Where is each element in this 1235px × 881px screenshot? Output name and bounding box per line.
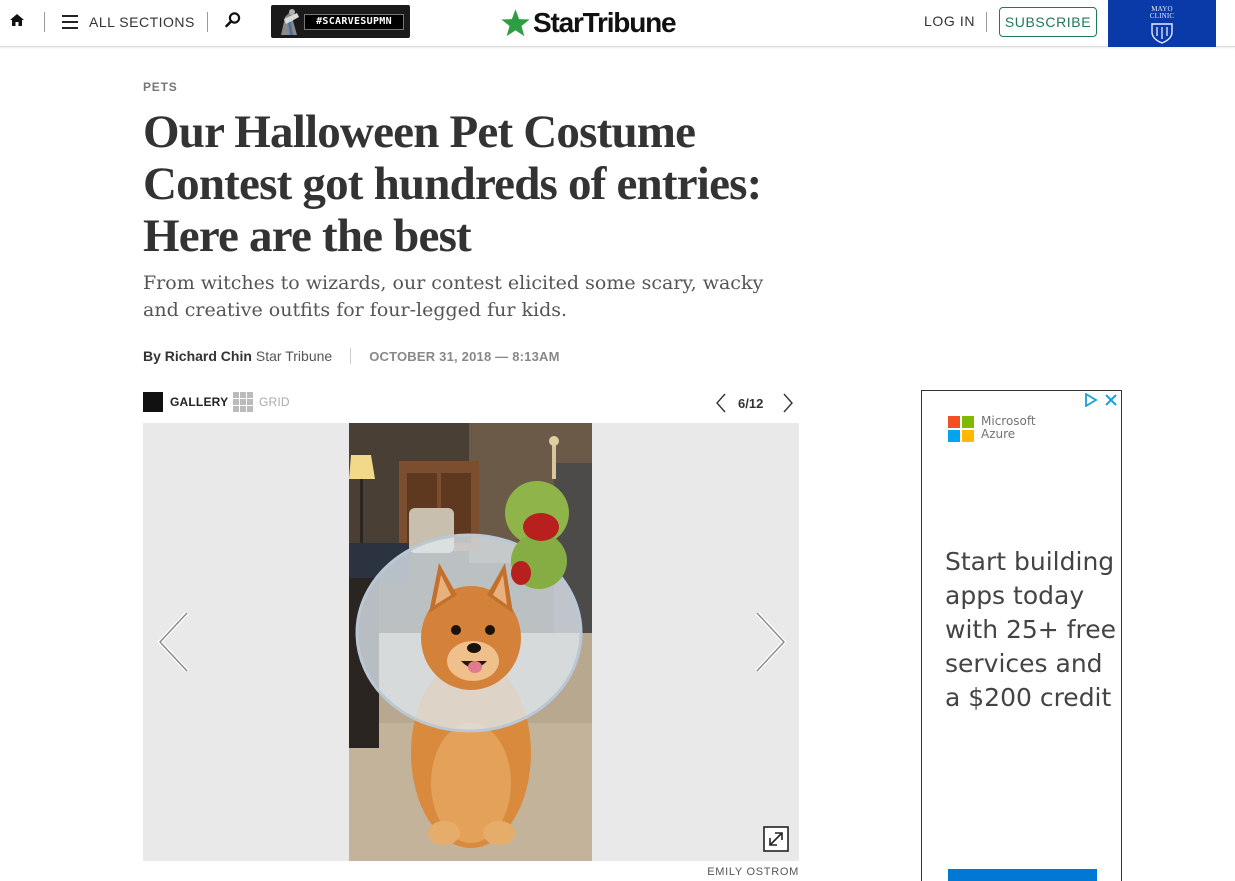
author-link[interactable]: Richard Chin: [165, 348, 252, 364]
startribune-logo[interactable]: StarTribune: [500, 6, 677, 40]
dog-costume-photo[interactable]: [349, 423, 592, 861]
chevron-right-icon[interactable]: [753, 611, 787, 673]
header-divider: [986, 12, 987, 32]
mayo-clinic-sponsor-ad[interactable]: MAYO CLINIC: [1108, 0, 1216, 47]
search-icon[interactable]: [224, 11, 242, 29]
grid-icon: [233, 392, 253, 412]
scarf-figure-icon: [281, 9, 299, 35]
adchoices-icon[interactable]: [1084, 393, 1098, 407]
chevron-left-icon[interactable]: [157, 611, 191, 673]
brand-name: StarTribune: [533, 7, 677, 38]
byline-divider: [350, 348, 352, 364]
microsoft-azure-ad[interactable]: Microsoft Azure Start building apps toda…: [921, 390, 1122, 881]
chevron-left-icon[interactable]: [714, 392, 728, 414]
section-kicker[interactable]: PETS: [143, 80, 178, 94]
grid-view-label: GRID: [259, 395, 290, 409]
chevron-right-icon[interactable]: [781, 392, 795, 414]
login-link[interactable]: LOG IN: [924, 13, 975, 29]
slide-counter: 6/12: [738, 396, 764, 411]
article-headline: Our Halloween Pet Costume Contest got hu…: [143, 106, 762, 262]
advertiser-name: Microsoft Azure: [981, 414, 1036, 441]
all-sections-label: ALL SECTIONS: [89, 14, 195, 30]
subscribe-button[interactable]: SUBSCRIBE: [999, 7, 1097, 37]
expand-icon[interactable]: [763, 826, 789, 852]
site-header: ALL SECTIONS #SCARVESUPMN StarTribune LO…: [0, 0, 1235, 47]
gallery-icon: [143, 392, 163, 412]
header-divider: [207, 12, 208, 32]
header-divider: [44, 12, 45, 32]
gallery-slide: [143, 423, 799, 861]
ad-copy: Start building apps today with 25+ free …: [945, 547, 1116, 712]
grid-view-toggle[interactable]: GRID: [233, 392, 290, 412]
gallery-view-toggle[interactable]: GALLERY: [143, 392, 228, 412]
gallery-view-label: GALLERY: [170, 395, 229, 409]
article-dek: From witches to wizards, our contest eli…: [143, 272, 764, 321]
byline: By Richard Chin Star Tribune OCTOBER 31,…: [143, 347, 560, 365]
scarves-up-promo[interactable]: #SCARVESUPMN: [271, 5, 410, 38]
promo-hashtag: #SCARVESUPMN: [304, 14, 404, 30]
photo-credit: EMILY OSTROM: [707, 866, 799, 878]
close-icon[interactable]: [1103, 392, 1119, 408]
all-sections-button[interactable]: ALL SECTIONS: [62, 12, 195, 32]
home-icon[interactable]: [9, 12, 25, 28]
ad-cta-button[interactable]: [948, 869, 1097, 881]
star-icon: [501, 8, 530, 36]
microsoft-logo-icon: [948, 416, 974, 442]
sponsor-name: MAYO CLINIC: [1149, 5, 1175, 20]
byline-prefix: By: [143, 348, 161, 364]
byline-outlet: Star Tribune: [255, 348, 333, 364]
hamburger-icon: [62, 15, 78, 29]
publish-date: OCTOBER 31, 2018 — 8:13AM: [369, 348, 560, 364]
shield-icon: [1151, 23, 1173, 44]
